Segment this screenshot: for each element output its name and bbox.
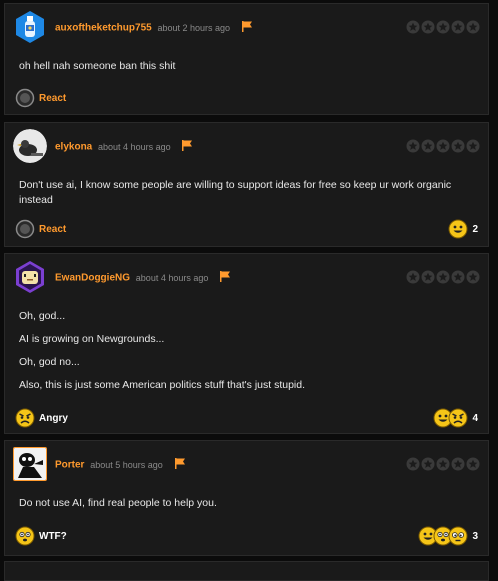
grin-face-icon — [448, 219, 468, 239]
star-icon[interactable] — [451, 457, 465, 471]
react-label[interactable]: React — [39, 93, 66, 104]
comment-body: Oh, god... AI is growing on Newgrounds..… — [19, 309, 474, 401]
ketchup-bottle-hexagon-avatar — [16, 11, 44, 43]
comment-text: AI is growing on Newgrounds... — [19, 333, 165, 345]
reaction-summary[interactable]: 2 — [448, 219, 478, 239]
star-icon[interactable] — [421, 139, 435, 153]
timestamp: about 2 hours ago — [157, 22, 231, 33]
comment-card: elykona about 4 hours ago Don't use ai, … — [4, 122, 489, 247]
star-icon[interactable] — [406, 457, 420, 471]
comment-header: auxoftheketchup755 about 2 hours ago — [13, 10, 480, 46]
username-link[interactable]: elykona — [55, 142, 92, 153]
star-icon[interactable] — [406, 20, 420, 34]
wtf-face-icon — [15, 526, 35, 546]
star-icon[interactable] — [436, 270, 450, 284]
comment-text: Also, this is just some American politic… — [19, 379, 306, 391]
comment-header: EwanDoggieNG about 4 hours ago — [13, 260, 480, 296]
reaction-count: 2 — [472, 223, 478, 235]
dizzy-face-icon — [448, 526, 468, 546]
username-link[interactable]: Porter — [55, 460, 84, 471]
comment-meta: EwanDoggieNG about 4 hours ago — [55, 271, 231, 285]
user-avatar[interactable] — [13, 10, 47, 44]
star-icon[interactable] — [421, 457, 435, 471]
reaction-label[interactable]: WTF? — [39, 531, 67, 542]
star-icon[interactable] — [436, 139, 450, 153]
angry-face-icon — [15, 408, 35, 428]
user-avatar[interactable] — [13, 447, 47, 481]
reaction-count: 3 — [472, 530, 478, 542]
reaction-summary[interactable]: 3 — [418, 526, 478, 546]
star-icon[interactable] — [436, 20, 450, 34]
comment-card: EwanDoggieNG about 4 hours ago Oh, god..… — [4, 253, 489, 434]
rating-stars[interactable] — [406, 270, 480, 284]
comment-header: Porter about 5 hours ago — [13, 447, 480, 483]
comment-body: Do not use AI, find real people to help … — [19, 496, 474, 519]
reaction-button[interactable]: WTF? — [15, 526, 67, 546]
star-icon[interactable] — [466, 457, 480, 471]
react-button[interactable]: React — [15, 219, 66, 239]
rating-stars[interactable] — [406, 20, 480, 34]
username-link[interactable]: EwanDoggieNG — [55, 273, 130, 284]
timestamp: about 4 hours ago — [135, 272, 209, 283]
cartoon-character-avatar — [14, 448, 46, 480]
comment-text: Oh, god... — [19, 310, 66, 322]
rating-stars[interactable] — [406, 139, 480, 153]
rating-stars[interactable] — [406, 457, 480, 471]
star-icon[interactable] — [406, 139, 420, 153]
star-icon[interactable] — [421, 20, 435, 34]
user-avatar[interactable] — [13, 260, 47, 294]
purple-hexagon-character-avatar — [16, 261, 44, 293]
comment-meta: Porter about 5 hours ago — [55, 458, 186, 472]
comment-card: Porter about 5 hours ago Do not use AI, … — [4, 440, 489, 556]
comment-feed: auxoftheketchup755 about 2 hours ago oh … — [0, 0, 498, 581]
star-icon[interactable] — [466, 20, 480, 34]
star-icon[interactable] — [451, 270, 465, 284]
comment-card: auxoftheketchup755 about 2 hours ago oh … — [4, 3, 489, 115]
star-icon[interactable] — [451, 20, 465, 34]
comment-meta: auxoftheketchup755 about 2 hours ago — [55, 21, 253, 35]
star-icon[interactable] — [421, 270, 435, 284]
reaction-count: 4 — [472, 412, 478, 424]
bird-photo-avatar — [13, 129, 47, 163]
react-circle-icon — [15, 88, 35, 108]
comment-text: oh hell nah someone ban this shit — [19, 60, 176, 72]
reaction-button[interactable]: Angry — [15, 408, 68, 428]
user-avatar[interactable] — [13, 129, 47, 163]
comment-text: Don't use ai, I know some people are wil… — [19, 179, 452, 206]
timestamp: about 4 hours ago — [98, 141, 171, 152]
comment-text: Oh, god no... — [19, 356, 80, 368]
comment-header: elykona about 4 hours ago — [13, 129, 480, 165]
star-icon[interactable] — [436, 457, 450, 471]
react-circle-icon — [15, 219, 35, 239]
star-icon[interactable] — [451, 139, 465, 153]
report-flag-icon[interactable] — [219, 271, 231, 285]
angry-face-icon — [448, 408, 468, 428]
star-icon[interactable] — [406, 270, 420, 284]
comment-card — [4, 561, 489, 581]
comment-body: Don't use ai, I know some people are wil… — [19, 178, 474, 216]
timestamp: about 5 hours ago — [90, 459, 163, 470]
star-icon[interactable] — [466, 270, 480, 284]
star-icon[interactable] — [466, 139, 480, 153]
reaction-label[interactable]: Angry — [39, 413, 68, 424]
react-label[interactable]: React — [39, 224, 66, 235]
react-button[interactable]: React — [15, 88, 66, 108]
report-flag-icon[interactable] — [241, 21, 253, 35]
username-link[interactable]: auxoftheketchup755 — [55, 23, 152, 34]
comment-body: oh hell nah someone ban this shit — [19, 59, 474, 82]
reaction-summary[interactable]: 4 — [433, 408, 478, 428]
report-flag-icon[interactable] — [174, 458, 186, 472]
report-flag-icon[interactable] — [181, 140, 193, 154]
comment-meta: elykona about 4 hours ago — [55, 140, 193, 154]
comment-text: Do not use AI, find real people to help … — [19, 497, 217, 509]
